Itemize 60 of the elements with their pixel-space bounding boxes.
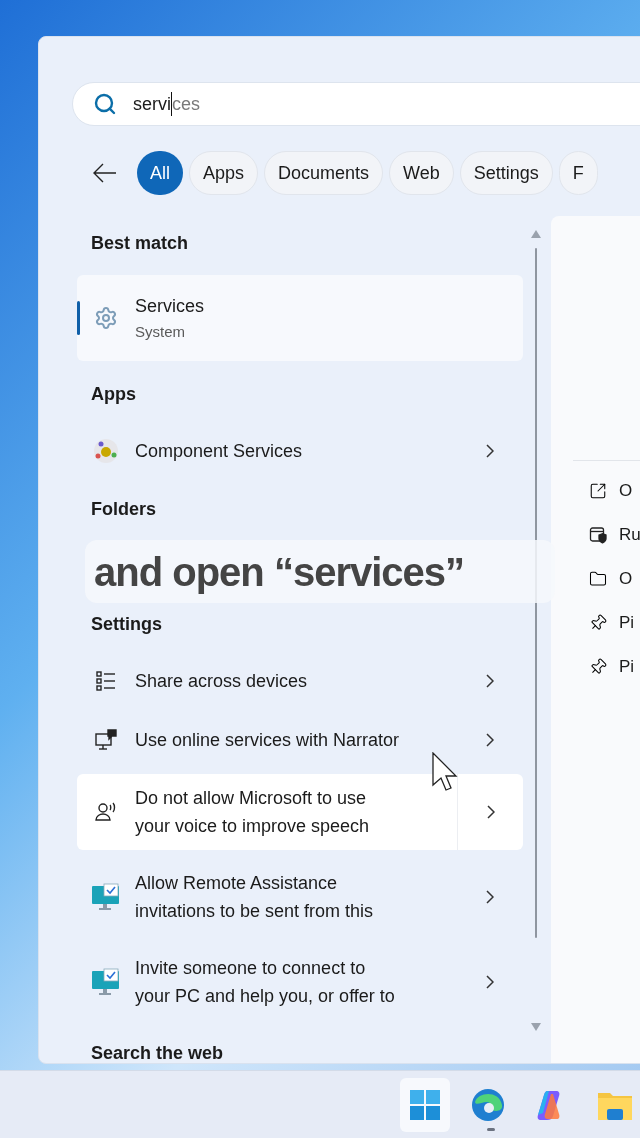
voice-icon xyxy=(94,800,118,824)
result-title: Component Services xyxy=(135,440,303,463)
section-heading: Folders xyxy=(91,498,157,521)
caption-text: and open “services” xyxy=(94,548,465,596)
window-shield-icon xyxy=(589,526,607,544)
settings-result[interactable]: Allow Remote Assistance invitations to be sent from this xyxy=(77,859,523,935)
action-item[interactable]: O xyxy=(589,566,640,592)
settings-result[interactable]: Use online services with Narrator xyxy=(77,715,523,765)
chevron-right-icon xyxy=(486,444,494,458)
filter-tab[interactable]: F xyxy=(558,151,598,195)
section-heading: Best match xyxy=(91,232,190,255)
settings-result[interactable]: Do not allow Microsoft to use your voice to improve speech xyxy=(77,774,523,850)
result-title: Invite someone to connect to your PC and help you, or offer to xyxy=(135,957,395,1008)
search-field[interactable]: services xyxy=(72,82,640,126)
mouse-cursor-icon xyxy=(432,752,458,792)
action-item[interactable]: Ru xyxy=(589,522,640,548)
chevron-right-icon xyxy=(486,890,494,904)
action-item[interactable]: O xyxy=(589,478,640,504)
settings-result[interactable]: Component Services xyxy=(77,426,523,476)
monitor-speech-icon xyxy=(94,728,118,752)
result-title: Do not allow Microsoft to use your voice to improve speech xyxy=(135,787,370,838)
action-item[interactable]: Pi xyxy=(589,654,640,680)
taskbar-button[interactable] xyxy=(400,1077,450,1132)
monitor-check-icon xyxy=(91,883,121,911)
selection-indicator xyxy=(77,301,80,335)
filter-tab[interactable]: All xyxy=(137,151,183,195)
result-subtitle: System xyxy=(135,322,186,342)
scroll-down-arrow-icon[interactable] xyxy=(531,1023,541,1031)
settings-result[interactable]: Share across devices xyxy=(77,656,523,706)
browser-swirl-icon xyxy=(471,1087,506,1122)
filter-tab[interactable]: Web xyxy=(389,151,454,195)
windows-logo-icon xyxy=(408,1088,441,1121)
result-title: Use online services with Narrator xyxy=(135,729,400,752)
autocomplete-suggestion: ces xyxy=(172,93,201,116)
filter-tab[interactable]: Settings xyxy=(459,151,553,195)
result-title: Services xyxy=(135,295,205,318)
back-arrow-icon xyxy=(93,163,117,183)
filter-tab[interactable]: Documents xyxy=(264,151,384,195)
settings-result[interactable]: Invite someone to connect to your PC and help you, or offer to xyxy=(77,944,523,1020)
section-heading: Search the web xyxy=(91,1042,225,1065)
chevron-right-icon xyxy=(486,733,494,747)
section-heading: Settings xyxy=(91,613,163,636)
search-icon xyxy=(93,92,117,116)
list-icon xyxy=(95,670,117,692)
monitor-check-icon xyxy=(91,968,121,996)
gears-icon xyxy=(94,306,118,330)
scroll-up-arrow-icon[interactable] xyxy=(531,230,541,238)
action-item[interactable]: Pi xyxy=(589,610,640,636)
filter-tab[interactable]: Apps xyxy=(189,151,259,195)
result-title: Allow Remote Assistance invitations to be sent from this xyxy=(135,872,374,923)
best-match-result[interactable]: Services System xyxy=(77,275,523,361)
chevron-right-icon xyxy=(486,674,494,688)
search-query: servi xyxy=(133,92,172,116)
chevron-right-icon xyxy=(486,975,494,989)
result-title: Share across devices xyxy=(135,670,308,693)
chevron-right-icon xyxy=(486,805,495,819)
open-external-icon xyxy=(589,482,607,500)
component-dots-icon xyxy=(93,438,119,464)
section-heading: Apps xyxy=(91,383,137,406)
folder-icon xyxy=(589,570,607,588)
